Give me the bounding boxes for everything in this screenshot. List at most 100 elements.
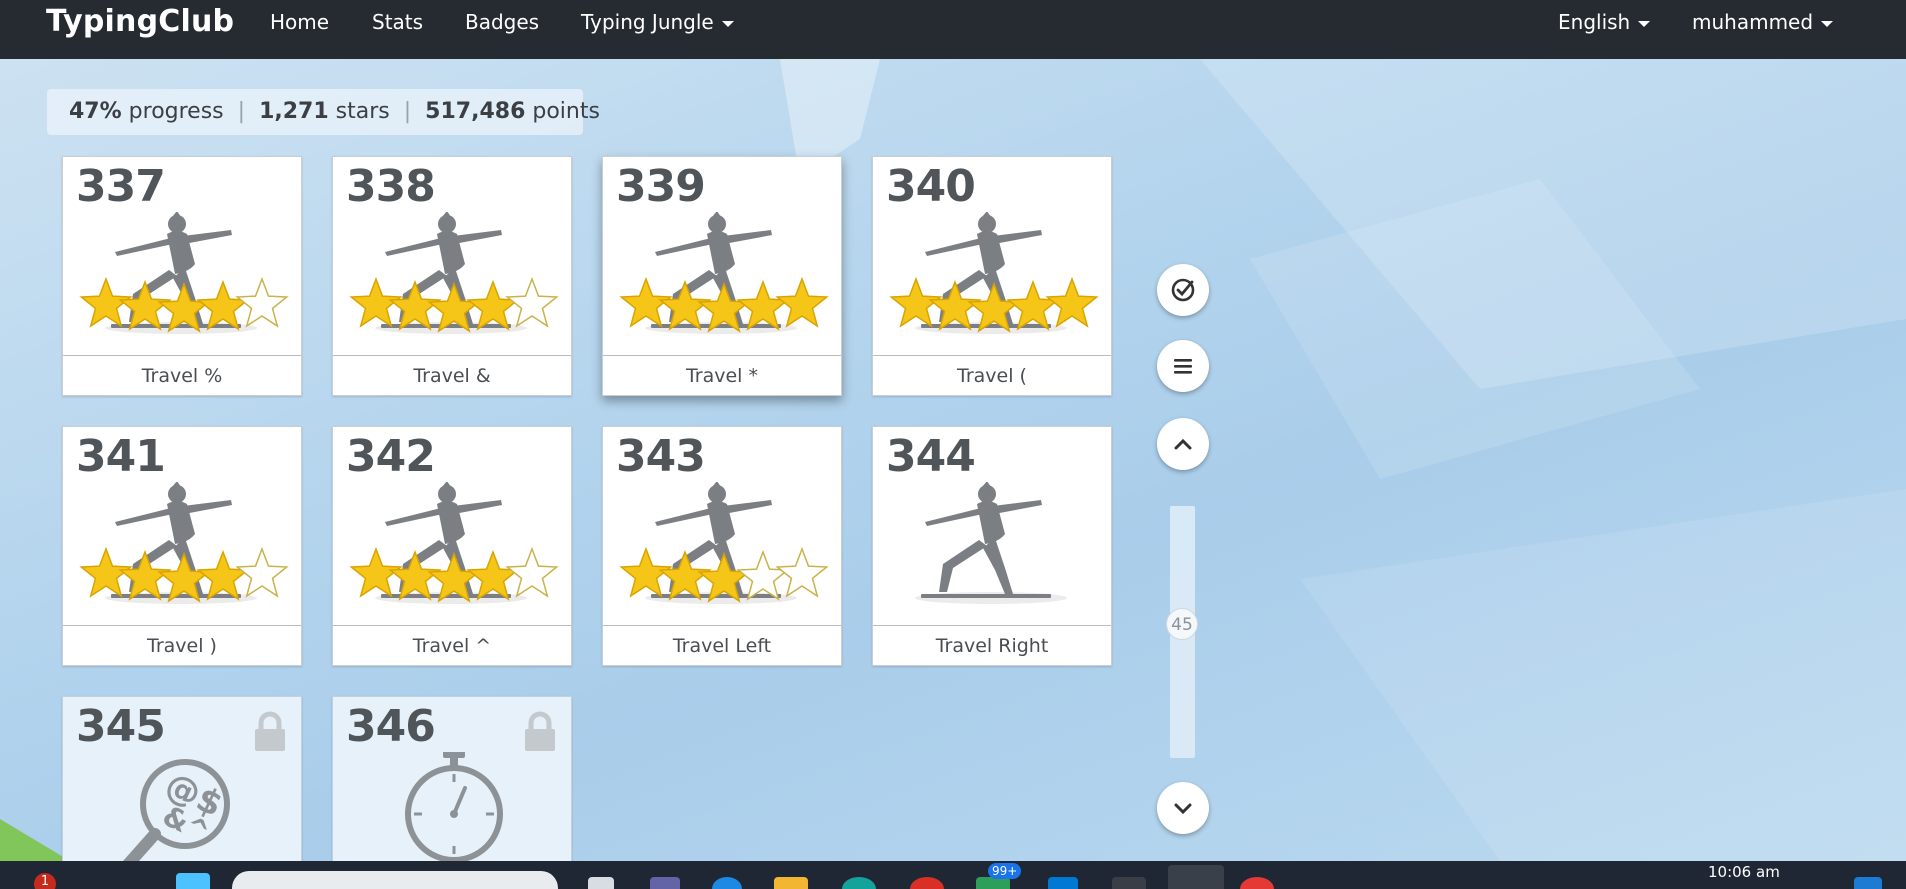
edge-icon[interactable]: [842, 877, 876, 889]
start-menu-icon[interactable]: [176, 873, 210, 889]
app-icon[interactable]: [1240, 877, 1274, 889]
yoga-figure: [921, 482, 1051, 598]
star-filled-icon: [658, 279, 712, 331]
points-label: points: [532, 99, 600, 124]
lesson-number: 338: [346, 161, 436, 212]
points-value: 517,486: [425, 99, 526, 124]
caret-down-icon: [1638, 20, 1651, 27]
lesson-title: Travel %: [63, 355, 301, 395]
caret-down-icon: [721, 20, 734, 27]
taskbar-search-box[interactable]: [232, 871, 558, 889]
star-filled-icon: [196, 549, 250, 601]
lesson-number: 345: [76, 701, 166, 752]
star-filled-icon: [196, 279, 250, 331]
progress-value: 47%: [69, 99, 122, 124]
user-menu[interactable]: muhammed: [1692, 10, 1834, 34]
star-empty-icon: [505, 276, 559, 328]
lesson-number: 337: [76, 161, 166, 212]
star-filled-icon: [736, 279, 790, 331]
lesson-card[interactable]: 344 Travel Right: [872, 426, 1112, 666]
star-empty-icon: [235, 276, 289, 328]
lesson-card[interactable]: 338 Travel &: [332, 156, 572, 396]
star-filled-icon: [466, 549, 520, 601]
check-circle-icon: [1171, 278, 1195, 302]
lesson-card[interactable]: 346: [332, 696, 572, 866]
star-filled-icon: [1045, 276, 1099, 328]
nav-home[interactable]: Home: [270, 10, 329, 34]
browser-icon[interactable]: [712, 877, 742, 889]
vscode-icon[interactable]: [1048, 877, 1078, 889]
file-explorer-icon[interactable]: [774, 877, 808, 889]
lesson-number: 343: [616, 431, 706, 482]
lesson-title: Travel ): [63, 625, 301, 665]
lesson-title: Travel ^: [333, 625, 571, 665]
nav-stats[interactable]: Stats: [372, 10, 423, 34]
star-filled-icon: [928, 279, 982, 331]
windows-taskbar: 1 99+ 10:06 am: [0, 861, 1906, 889]
menu-icon: [1174, 359, 1192, 374]
stopwatch-icon: [405, 752, 503, 863]
lesson-title: Travel Right: [873, 625, 1111, 665]
lesson-card[interactable]: 342 Travel ^: [332, 426, 572, 666]
yoga-pose-icon: [349, 482, 559, 604]
lesson-card[interactable]: 343 Travel Left: [602, 426, 842, 666]
star-filled-icon: [388, 549, 442, 601]
brand-logo[interactable]: TypingClub: [46, 4, 234, 39]
typing-jungle-label: Typing Jungle: [581, 10, 714, 34]
scroll-up-button[interactable]: [1157, 418, 1209, 470]
stars-label: stars: [335, 99, 390, 124]
lesson-number: 342: [346, 431, 436, 482]
lesson-card[interactable]: 339 Travel *: [602, 156, 842, 396]
app-icon[interactable]: [910, 877, 944, 889]
app-icon[interactable]: [1112, 877, 1146, 889]
yoga-pose-icon: [349, 212, 559, 334]
star-empty-icon: [235, 546, 289, 598]
task-view-icon[interactable]: [588, 877, 614, 889]
user-name: muhammed: [1692, 10, 1814, 34]
yoga-pose-icon: [619, 212, 829, 334]
lesson-number: 340: [886, 161, 976, 212]
count-badge: 99+: [988, 863, 1022, 879]
lesson-card[interactable]: 341 Travel ): [62, 426, 302, 666]
magnifier-symbols-icon: @$ &^: [119, 759, 230, 865]
teams-icon[interactable]: [650, 877, 680, 889]
yoga-pose-icon: [79, 482, 289, 604]
yoga-pose-icon: [619, 482, 829, 604]
widget-icon[interactable]: [1854, 877, 1882, 889]
star-filled-icon: [118, 279, 172, 331]
lesson-number: 344: [886, 431, 976, 482]
language-menu[interactable]: English: [1558, 10, 1651, 34]
star-filled-icon: [1006, 279, 1060, 331]
scroll-down-button[interactable]: [1157, 782, 1209, 834]
nav-badges[interactable]: Badges: [465, 10, 539, 34]
yoga-pose-icon: [889, 212, 1099, 334]
chrome-active-icon[interactable]: [1168, 865, 1224, 889]
lesson-card[interactable]: 340 Travel (: [872, 156, 1112, 396]
separator: |: [403, 99, 412, 124]
menu-button[interactable]: [1157, 340, 1209, 392]
lesson-title: Travel &: [333, 355, 571, 395]
lesson-number: 341: [76, 431, 166, 482]
typing-jungle-menu[interactable]: Typing Jungle: [581, 10, 734, 34]
star-empty-icon: [505, 546, 559, 598]
star-filled-icon: [118, 549, 172, 601]
lesson-scroll-thumb[interactable]: 45: [1166, 608, 1198, 640]
star-filled-icon: [775, 276, 829, 328]
yoga-pose-icon: [915, 482, 1067, 604]
lesson-card[interactable]: 337 Travel %: [62, 156, 302, 396]
star-filled-icon: [658, 549, 712, 601]
lesson-title: Travel *: [603, 355, 841, 395]
yoga-pose-icon: [79, 212, 289, 334]
star-filled-icon: [466, 279, 520, 331]
lesson-title: Travel Left: [603, 625, 841, 665]
star-filled-icon: [388, 279, 442, 331]
check-progress-button[interactable]: [1157, 264, 1209, 316]
chevron-down-icon: [1174, 803, 1192, 815]
lesson-card[interactable]: 345 @$ &^: [62, 696, 302, 866]
star-empty-icon: [736, 549, 790, 601]
lesson-number: 339: [616, 161, 706, 212]
notification-badge[interactable]: 1: [34, 873, 56, 889]
lesson-number: 346: [346, 701, 436, 752]
taskbar-clock[interactable]: 10:06 am: [1708, 863, 1780, 881]
progress-label: progress: [128, 99, 224, 124]
